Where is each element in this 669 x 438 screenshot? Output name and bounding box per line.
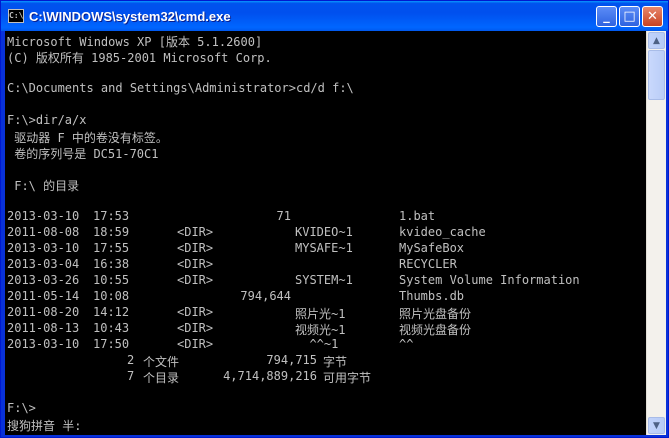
console-line: C:\Documents and Settings\Administrator>… <box>7 81 354 95</box>
close-button[interactable]: ✕ <box>642 6 663 27</box>
entry-dir-marker: <DIR> <box>177 337 214 351</box>
entry-name: ^^ <box>399 337 414 351</box>
free-bytes: 4,714,889,216 <box>223 369 317 383</box>
vertical-scrollbar[interactable]: ▲ ▼ <box>646 31 666 435</box>
entry-time: 14:12 <box>93 305 130 319</box>
file-bytes: 794,715 <box>266 353 317 367</box>
entry-dir-marker: <DIR> <box>177 273 214 287</box>
ime-status: 搜狗拼音 半: <box>7 419 82 433</box>
file-count: 2 <box>127 353 135 367</box>
entry-short-name: KVIDEO~1 <box>295 225 353 239</box>
title-bar[interactable]: C:\ C:\WINDOWS\system32\cmd.exe _ □ ✕ <box>1 1 668 31</box>
console-line: 驱动器 F 中的卷没有标签。 <box>7 131 168 145</box>
entry-time: 16:38 <box>93 257 130 271</box>
minimize-button[interactable]: _ <box>596 6 617 27</box>
dir-entry-row: 2011-05-14 10:08 794,644 Thumbs.db <box>7 289 646 305</box>
free-bytes-unit: 可用字节 <box>323 371 372 385</box>
entry-date: 2013-03-10 <box>7 337 80 351</box>
entry-dir-marker: <DIR> <box>177 305 214 319</box>
console-line: F:\>dir/a/x <box>7 113 87 127</box>
entry-date: 2011-05-14 <box>7 289 80 303</box>
entry-date: 2011-08-13 <box>7 321 80 335</box>
console-line: F:\ 的目录 <box>7 179 80 193</box>
entry-time: 10:08 <box>93 289 130 303</box>
console-output[interactable]: Microsoft Windows XP [版本 5.1.2600] (C) 版… <box>5 31 646 435</box>
entry-name: MySafeBox <box>399 241 465 255</box>
entry-time: 10:55 <box>93 273 130 287</box>
console-line: (C) 版权所有 1985-2001 Microsoft Corp. <box>7 51 272 65</box>
entry-short-name: 视频光~1 <box>295 323 346 337</box>
entry-date: 2011-08-20 <box>7 305 80 319</box>
entry-dir-marker: <DIR> <box>177 241 214 255</box>
entry-name: Thumbs.db <box>399 289 465 303</box>
entry-short-name: MYSAFE~1 <box>295 241 353 255</box>
entry-size: 71 <box>276 209 291 223</box>
scroll-thumb[interactable] <box>648 50 665 100</box>
dir-count-label: 个目录 <box>143 371 180 385</box>
cmd-window: C:\ C:\WINDOWS\system32\cmd.exe _ □ ✕ Mi… <box>0 0 669 438</box>
entry-name: 照片光盘备份 <box>399 307 472 321</box>
entry-time: 10:43 <box>93 321 130 335</box>
entry-short-name: ^^~1 <box>295 337 339 351</box>
entry-date: 2013-03-10 <box>7 209 80 223</box>
entry-name: System Volume Information <box>399 273 580 287</box>
console-line: 卷的序列号是 DC51-70C1 <box>7 147 159 161</box>
dir-entry-row: 2013-03-10 17:55 <DIR> MYSAFE~1 MySafeBo… <box>7 241 646 257</box>
entry-date: 2013-03-26 <box>7 273 80 287</box>
scroll-down-arrow-icon[interactable]: ▼ <box>648 417 665 434</box>
entry-short-name: 照片光~1 <box>295 307 346 321</box>
dir-entry-row: 2011-08-20 14:12 <DIR> 照片光~1 照片光盘备份 <box>7 305 646 321</box>
entry-date: 2011-08-08 <box>7 225 80 239</box>
dir-entry-row: 2013-03-10 17:53 71 1.bat <box>7 209 646 225</box>
dir-entry-row: 2011-08-08 18:59 <DIR> KVIDEO~1 kvideo_c… <box>7 225 646 241</box>
entry-name: RECYCLER <box>399 257 457 271</box>
summary-files-row: 2 个文件 794,715 字节 <box>7 353 646 369</box>
dir-entry-row: 2013-03-04 16:38 <DIR> RECYCLER <box>7 257 646 273</box>
entry-short-name: SYSTEM~1 <box>295 273 353 287</box>
entry-dir-marker: <DIR> <box>177 321 214 335</box>
entry-name: kvideo_cache <box>399 225 486 239</box>
dir-count: 7 <box>127 369 135 383</box>
entry-time: 17:53 <box>93 209 130 223</box>
entry-date: 2013-03-04 <box>7 257 80 271</box>
entry-date: 2013-03-10 <box>7 241 80 255</box>
console-line: Microsoft Windows XP [版本 5.1.2600] <box>7 35 263 49</box>
entry-time: 17:55 <box>93 241 130 255</box>
maximize-button[interactable]: □ <box>619 6 640 27</box>
command-prompt[interactable]: F:\> <box>7 401 646 417</box>
scroll-up-arrow-icon[interactable]: ▲ <box>648 32 665 49</box>
dir-entry-row: 2013-03-10 17:50 <DIR> ^^~1 ^^ <box>7 337 646 353</box>
console-app-icon[interactable]: C:\ <box>8 9 24 23</box>
entry-time: 17:50 <box>93 337 130 351</box>
entry-size: 794,644 <box>240 289 291 303</box>
summary-dirs-row: 7 个目录 4,714,889,216 可用字节 <box>7 369 646 385</box>
window-title: C:\WINDOWS\system32\cmd.exe <box>29 8 231 24</box>
dir-entry-row: 2013-03-26 10:55 <DIR> SYSTEM~1 System V… <box>7 273 646 289</box>
dir-entry-row: 2011-08-13 10:43 <DIR> 视频光~1 视频光盘备份 <box>7 321 646 337</box>
entry-dir-marker: <DIR> <box>177 225 214 239</box>
entry-name: 视频光盘备份 <box>399 323 472 337</box>
entry-dir-marker: <DIR> <box>177 257 214 271</box>
window-controls: _ □ ✕ <box>596 6 663 27</box>
entry-time: 18:59 <box>93 225 130 239</box>
file-bytes-unit: 字节 <box>323 355 348 369</box>
entry-name: 1.bat <box>399 209 436 223</box>
file-count-label: 个文件 <box>143 355 180 369</box>
